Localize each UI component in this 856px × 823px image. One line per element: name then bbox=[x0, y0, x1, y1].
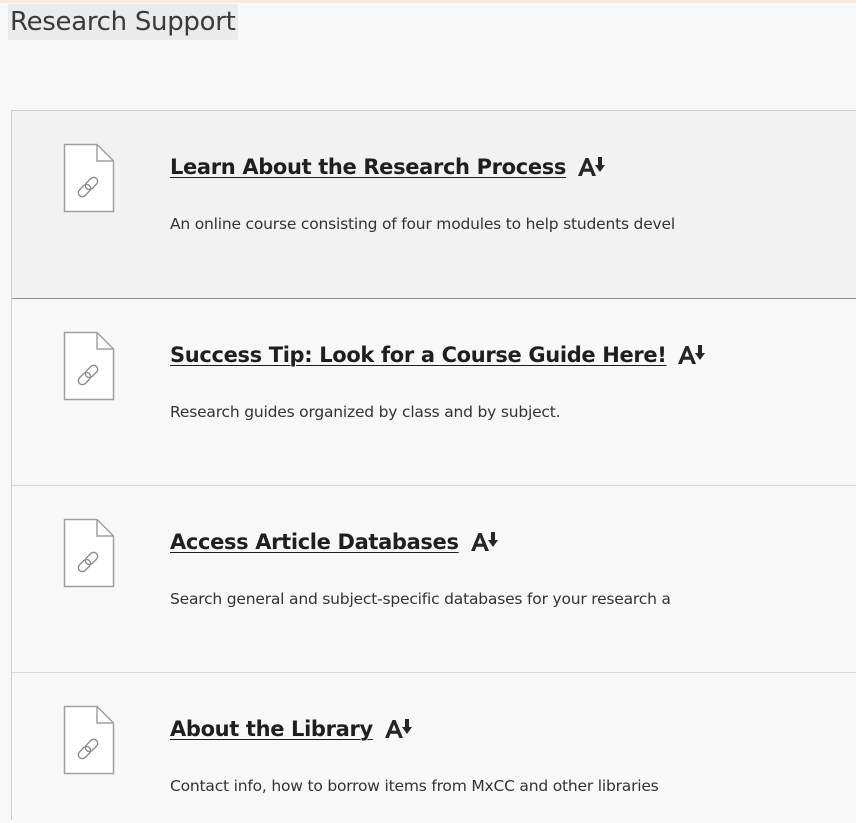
item-title: Learn About the Research Process bbox=[170, 155, 606, 179]
link-document-icon bbox=[63, 331, 115, 401]
page-title: Research Support bbox=[8, 4, 238, 40]
content-list: Learn About the Research Process An onli… bbox=[11, 110, 856, 823]
list-item: Success Tip: Look for a Course Guide Her… bbox=[12, 299, 856, 486]
link-document-icon bbox=[63, 705, 115, 775]
top-accent-strip bbox=[0, 0, 856, 3]
alternative-formats-icon[interactable] bbox=[577, 156, 606, 178]
link-document-icon bbox=[63, 143, 115, 213]
item-description: Contact info, how to borrow items from M… bbox=[170, 777, 659, 795]
list-item: About the Library Contact info, how to b… bbox=[12, 673, 856, 823]
alternative-formats-icon[interactable] bbox=[384, 718, 412, 740]
list-item: Access Article Databases Search general … bbox=[12, 486, 856, 673]
item-description: Research guides organized by class and b… bbox=[170, 403, 561, 421]
alternative-formats-icon[interactable] bbox=[677, 344, 706, 366]
item-title: Access Article Databases bbox=[170, 530, 498, 554]
list-item: Learn About the Research Process An onli… bbox=[12, 111, 856, 299]
item-link-about-library[interactable]: About the Library bbox=[170, 717, 373, 741]
item-title: About the Library bbox=[170, 717, 412, 741]
alternative-formats-icon[interactable] bbox=[470, 531, 498, 553]
item-title: Success Tip: Look for a Course Guide Her… bbox=[170, 343, 706, 367]
link-document-icon bbox=[63, 518, 115, 588]
item-description: Search general and subject-specific data… bbox=[170, 590, 671, 608]
item-description: An online course consisting of four modu… bbox=[170, 215, 675, 233]
item-link-course-guide[interactable]: Success Tip: Look for a Course Guide Her… bbox=[170, 343, 667, 367]
item-link-research-process[interactable]: Learn About the Research Process bbox=[170, 155, 566, 179]
item-link-article-databases[interactable]: Access Article Databases bbox=[170, 530, 459, 554]
